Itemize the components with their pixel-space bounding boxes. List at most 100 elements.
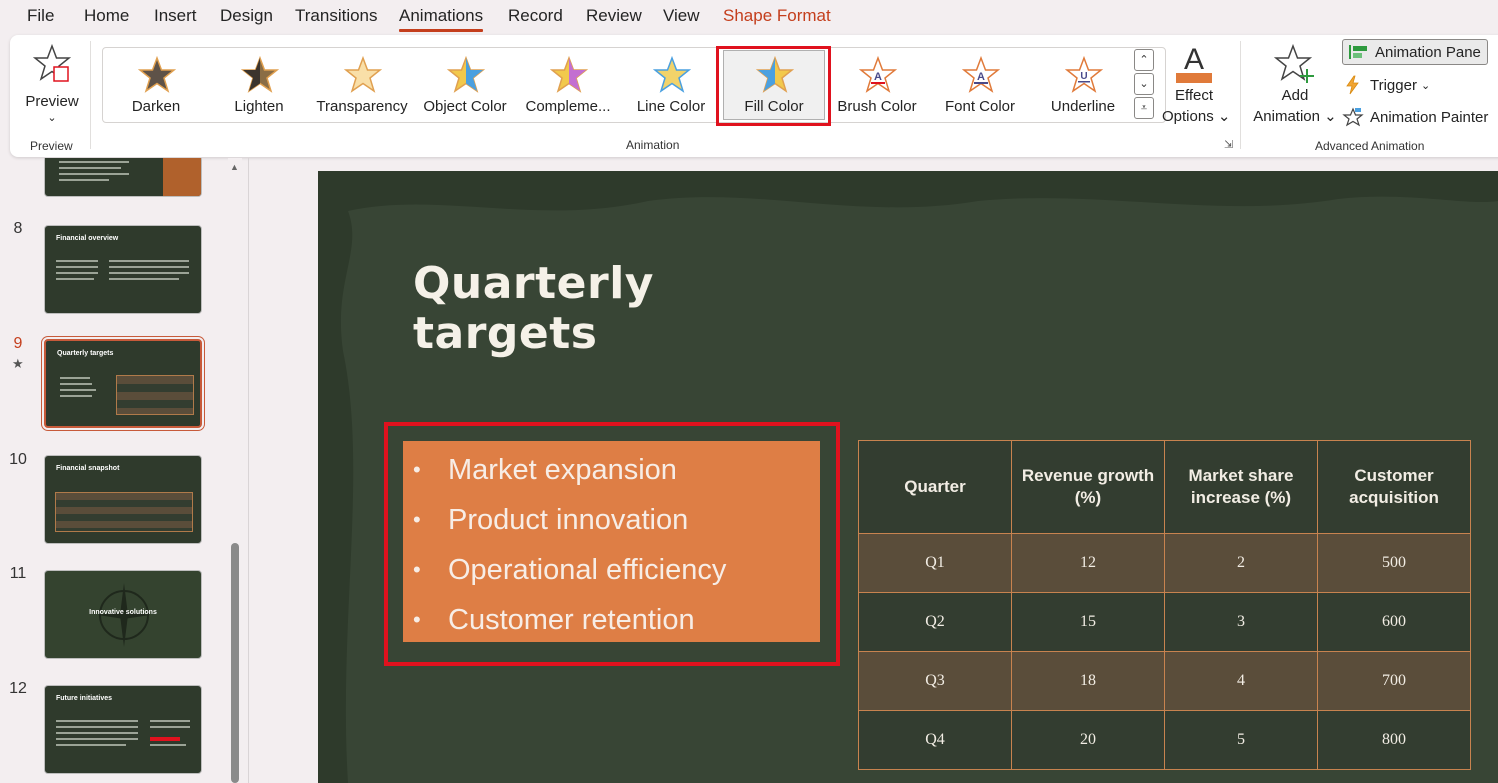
thumb-image (163, 158, 201, 196)
preview-group-label: Preview (30, 139, 73, 153)
thumb-table (116, 375, 194, 415)
thumb-text-line (56, 726, 138, 728)
table-cell: Q4 (858, 710, 1012, 770)
thumbnails-scrollbar[interactable]: ▲ (228, 158, 242, 783)
effect-label: Lighten (234, 98, 284, 115)
table-row: Q2 15 3 600 (858, 592, 1471, 652)
transparency-star-icon (344, 56, 382, 93)
add-animation-star-icon (1274, 43, 1314, 83)
slide-canvas[interactable]: Quarterly targets Market expansion Produ… (318, 171, 1498, 783)
trigger-button[interactable]: Trigger ⌄ (1342, 72, 1430, 98)
effect-lighten[interactable]: Lighten (208, 50, 310, 120)
table-header-row: Quarter Revenue growth (%) Market share … (858, 440, 1471, 534)
animation-pane-button[interactable]: Animation Pane (1342, 39, 1488, 65)
effect-options-label-line1: Effect (1174, 87, 1214, 104)
table-header: Quarter (858, 440, 1012, 534)
thumb-text-line (109, 260, 189, 262)
brush-color-star-icon: A (859, 56, 897, 93)
add-animation-button[interactable]: Add Animation ⌄ (1250, 41, 1340, 131)
tab-file[interactable]: File (27, 6, 54, 26)
thumb-text-line (109, 278, 179, 280)
gallery-scroll-up-button[interactable]: ⌃ (1134, 49, 1154, 71)
slide-number: 10 (9, 451, 27, 468)
quarterly-targets-table[interactable]: Quarter Revenue growth (%) Market share … (858, 440, 1471, 770)
slide-number: 12 (9, 680, 27, 697)
table-cell: Q2 (858, 592, 1012, 652)
thumb-title: Financial overview (56, 235, 119, 242)
animation-star-icon: ★ (12, 356, 24, 371)
slide-thumbnail-8[interactable]: Financial overview (44, 225, 202, 314)
chevron-down-icon: ⌄ (1324, 108, 1337, 125)
advanced-animation-group-label: Advanced Animation (1315, 139, 1425, 153)
preview-label: Preview (25, 93, 79, 110)
table-cell: 20 (1011, 710, 1165, 770)
effect-line-color[interactable]: Line Color (620, 50, 722, 120)
tab-review[interactable]: Review (586, 6, 642, 26)
bullet-box-highlight (384, 422, 840, 666)
thumb-text-line (56, 732, 138, 734)
effect-label: Underline (1050, 98, 1116, 115)
scroll-up-arrow-icon[interactable]: ▲ (230, 162, 239, 172)
thumb-title: Financial snapshot (56, 465, 120, 472)
tab-view[interactable]: View (663, 6, 700, 26)
effect-font-color[interactable]: A Font Color (929, 50, 1031, 120)
thumb-text-line (59, 161, 129, 163)
underline-star-icon: U (1065, 56, 1103, 93)
table-cell: 800 (1317, 710, 1471, 770)
object-color-star-icon (447, 56, 485, 93)
table-cell: 18 (1011, 651, 1165, 711)
tab-home[interactable]: Home (84, 6, 129, 26)
slide-title[interactable]: Quarterly targets (413, 259, 713, 359)
table-row: Q3 18 4 700 (858, 651, 1471, 711)
slide-thumbnail-10[interactable]: Financial snapshot (44, 455, 202, 544)
thumb-title: Quarterly targets (57, 350, 114, 357)
tab-insert[interactable]: Insert (154, 6, 197, 26)
thumb-text-line (60, 389, 96, 391)
effect-complementary-color[interactable]: Compleme... (517, 50, 619, 120)
tab-shape-format[interactable]: Shape Format (723, 6, 831, 26)
tab-record[interactable]: Record (508, 6, 563, 26)
svg-text:A: A (874, 71, 882, 83)
thumb-text-line (60, 377, 90, 379)
tab-animations[interactable]: Animations (399, 6, 484, 32)
scrollbar-thumb[interactable] (231, 543, 239, 783)
slide-thumbnail-9[interactable]: Quarterly targets (44, 339, 202, 428)
effect-object-color[interactable]: Object Color (414, 50, 516, 120)
svg-text:A: A (1184, 43, 1204, 76)
animation-painter-button[interactable]: Animation Painter (1342, 104, 1488, 130)
dialog-launcher-icon[interactable]: ⇲ (1224, 138, 1233, 151)
table-cell: Q3 (858, 651, 1012, 711)
slide-thumbnail-12[interactable]: Future initiatives (44, 685, 202, 774)
slide-thumbnail-11[interactable]: Innovative solutions (44, 570, 202, 659)
svg-text:U: U (1080, 71, 1087, 82)
effect-transparency[interactable]: Transparency (311, 50, 413, 120)
effect-underline[interactable]: U Underline (1032, 50, 1134, 120)
effect-brush-color[interactable]: A Brush Color (826, 50, 928, 120)
slide-number: 11 (9, 565, 27, 582)
table-header: Market share increase (%) (1164, 440, 1318, 534)
tab-design[interactable]: Design (220, 6, 273, 26)
animation-pane-icon (1349, 45, 1367, 59)
thumb-text-line (109, 272, 189, 274)
ribbon: Preview ⌄ Preview Darken Lighten Transpa… (10, 35, 1498, 157)
table-cell: 4 (1164, 651, 1318, 711)
thumb-text-line (60, 383, 92, 385)
animation-pane-label: Animation Pane (1375, 43, 1481, 61)
slide-thumbnail-7[interactable] (44, 158, 202, 197)
preview-button[interactable]: Preview ⌄ (20, 41, 84, 127)
chevron-down-icon: ⌄ (1217, 108, 1231, 125)
effect-options-icon: A (1176, 43, 1212, 83)
thumb-text-line (150, 744, 186, 746)
gallery-scroll-down-button[interactable]: ⌄ (1134, 73, 1154, 95)
thumb-text-line (56, 278, 94, 280)
slide-thumbnails-panel: 8 Financial overview 9 ★ Quarterly targe… (0, 158, 228, 783)
gallery-more-button[interactable]: ⩡ (1134, 97, 1154, 119)
effect-label: Compleme... (525, 98, 611, 115)
group-divider (90, 41, 91, 149)
thumb-text-line (60, 395, 92, 397)
tab-transitions[interactable]: Transitions (295, 6, 378, 26)
effect-darken[interactable]: Darken (105, 50, 207, 120)
effect-options-button[interactable]: A Effect Options ⌄ (1162, 41, 1230, 127)
thumb-title: Innovative solutions (89, 609, 157, 616)
table-header: Revenue growth (%) (1011, 440, 1165, 534)
